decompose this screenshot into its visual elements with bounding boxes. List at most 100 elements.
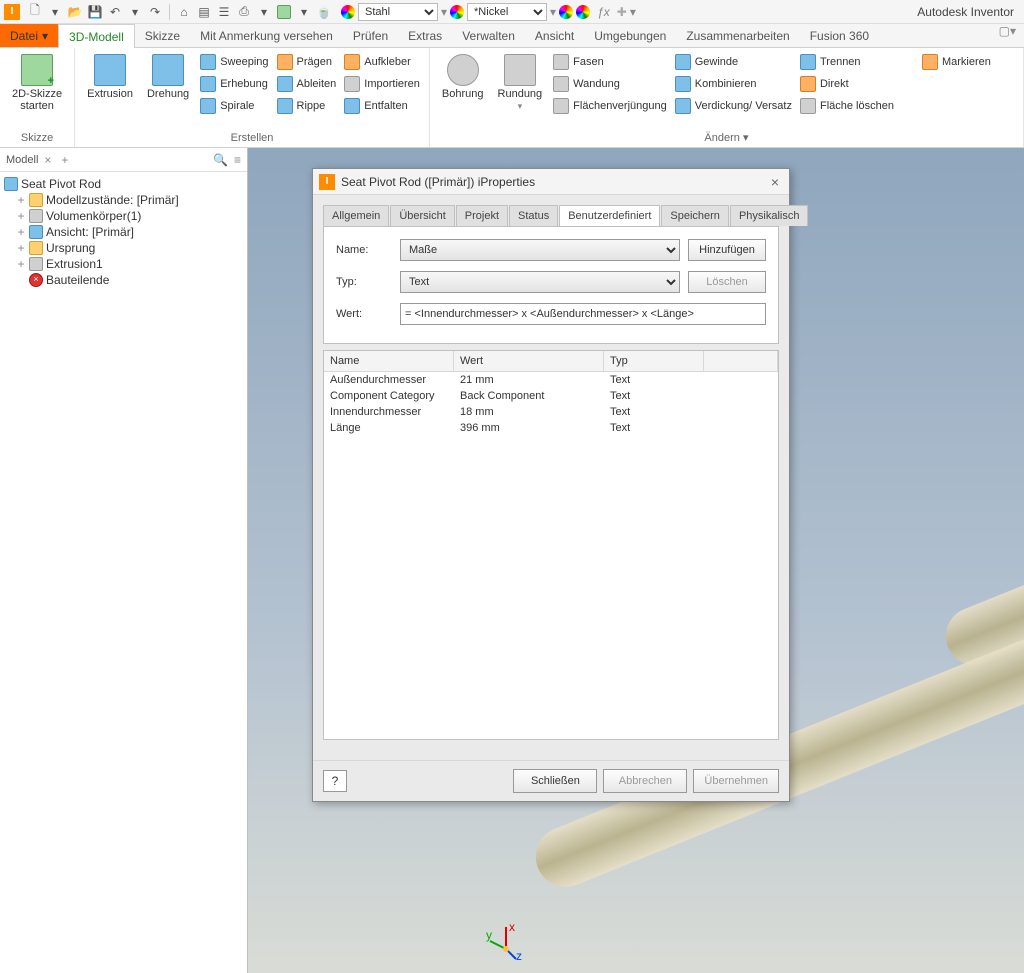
dlg-tab-allgemein[interactable]: Allgemein	[323, 205, 389, 226]
plus-icon[interactable]: +	[61, 153, 68, 167]
tree-item[interactable]: +Volumenkörper(1)	[2, 208, 245, 224]
app-logo-icon: I	[319, 174, 335, 190]
btn-markieren[interactable]: Markieren	[919, 52, 994, 72]
btn-importieren[interactable]: Importieren	[341, 74, 423, 94]
assembly-icon[interactable]: ☰	[215, 3, 233, 21]
save-icon[interactable]: 💾	[86, 3, 104, 21]
color-ball-icon[interactable]	[559, 5, 573, 19]
help-icon[interactable]: ?	[323, 770, 347, 792]
btn-praegen[interactable]: Prägen	[274, 52, 340, 72]
tree-item[interactable]: +Extrusion1	[2, 256, 245, 272]
close-icon[interactable]: ×	[767, 174, 783, 190]
tree-item[interactable]: +Ansicht: [Primär]	[2, 224, 245, 240]
tab-ansicht[interactable]: Ansicht	[525, 24, 584, 47]
redo-icon[interactable]: ↷	[146, 3, 164, 21]
dropdown-icon[interactable]: ▾	[550, 5, 556, 19]
search-icon[interactable]: 🔍	[213, 153, 228, 167]
part-icon[interactable]	[275, 3, 293, 21]
dlg-tab-speichern[interactable]: Speichern	[661, 205, 729, 226]
tab-extras[interactable]: Extras	[398, 24, 452, 47]
tree-item[interactable]: ×Bauteilende	[2, 272, 245, 288]
dropdown-icon[interactable]: ▾	[255, 3, 273, 21]
home-icon[interactable]: ⌂	[175, 3, 193, 21]
tab-pruefen[interactable]: Prüfen	[343, 24, 398, 47]
btn-spirale[interactable]: Spirale	[197, 96, 271, 116]
input-typ[interactable]: Text	[400, 271, 680, 293]
btn-kombinieren[interactable]: Kombinieren	[672, 74, 795, 94]
tab-3d-modell[interactable]: 3D-Modell	[58, 24, 135, 48]
tree-item[interactable]: +Ursprung	[2, 240, 245, 256]
table-row[interactable]: Außendurchmesser21 mmText	[324, 372, 778, 388]
btn-trennen[interactable]: Trennen	[797, 52, 897, 72]
table-row[interactable]: Innendurchmesser18 mmText	[324, 404, 778, 420]
btn-rippe[interactable]: Rippe	[274, 96, 340, 116]
model-browser: Modell × + 🔍 ≡ Seat Pivot Rod +Modellzus…	[0, 148, 248, 973]
th-typ[interactable]: Typ	[604, 351, 704, 371]
btn-schliessen[interactable]: Schließen	[513, 769, 597, 793]
input-wert[interactable]	[400, 303, 766, 325]
tab-verwalten[interactable]: Verwalten	[452, 24, 525, 47]
plus-icon[interactable]: ✚	[617, 5, 627, 19]
undo-icon[interactable]: ↶	[106, 3, 124, 21]
material-ball-icon[interactable]	[341, 5, 355, 19]
btn-direkt[interactable]: Direkt	[797, 74, 897, 94]
tab-zusammenarbeiten[interactable]: Zusammenarbeiten	[676, 24, 799, 47]
open-icon[interactable]: 📂	[66, 3, 84, 21]
btn-gewinde[interactable]: Gewinde	[672, 52, 795, 72]
th-name[interactable]: Name	[324, 351, 454, 371]
dropdown-icon[interactable]: ▾	[441, 5, 447, 19]
btn-2d-skizze[interactable]: + 2D-Skizze starten	[6, 50, 68, 116]
appearance-ball-icon[interactable]	[450, 5, 464, 19]
dlg-tab-benutzerdefiniert[interactable]: Benutzerdefiniert	[559, 205, 660, 226]
tab-umgebungen[interactable]: Umgebungen	[584, 24, 676, 47]
dlg-tab-uebersicht[interactable]: Übersicht	[390, 205, 454, 226]
btn-flaechenverjuengung[interactable]: Flächenverjüngung	[550, 96, 670, 116]
btn-flaeche-loeschen[interactable]: Fläche löschen	[797, 96, 897, 116]
presentation-icon[interactable]: ⎙	[235, 3, 253, 21]
dropdown-icon[interactable]: ▾	[126, 3, 144, 21]
sheet-icon[interactable]: ▤	[195, 3, 213, 21]
btn-rundung[interactable]: Rundung▾	[492, 50, 549, 116]
btn-extrusion[interactable]: Extrusion	[81, 50, 139, 104]
svg-text:y: y	[486, 928, 492, 942]
tab-anmerkung[interactable]: Mit Anmerkung versehen	[190, 24, 343, 47]
dialog-titlebar[interactable]: I Seat Pivot Rod ([Primär]) iProperties …	[313, 169, 789, 195]
dropdown-icon[interactable]: ▾	[630, 5, 636, 19]
btn-sweeping[interactable]: Sweeping	[197, 52, 271, 72]
dlg-tab-projekt[interactable]: Projekt	[456, 205, 508, 226]
tab-skizze[interactable]: Skizze	[135, 24, 190, 47]
ribbon-collapse-icon[interactable]: ▢▾	[999, 24, 1016, 47]
btn-entfalten[interactable]: Entfalten	[341, 96, 423, 116]
input-name[interactable]: Maße	[400, 239, 680, 261]
dropdown-icon[interactable]: ▾	[295, 3, 313, 21]
teapot-icon[interactable]: 🍵	[315, 3, 333, 21]
menu-icon[interactable]: ≡	[234, 153, 241, 167]
btn-fasen[interactable]: Fasen	[550, 52, 670, 72]
svg-text:x: x	[509, 921, 515, 934]
th-wert[interactable]: Wert	[454, 351, 604, 371]
color-ball-icon[interactable]	[576, 5, 590, 19]
file-tab[interactable]: Datei▾	[0, 24, 58, 47]
btn-drehung[interactable]: Drehung	[141, 50, 195, 104]
lbl-name: Name:	[336, 244, 392, 256]
appearance-select[interactable]: *Nickel	[467, 3, 547, 21]
table-row[interactable]: Länge396 mmText	[324, 420, 778, 436]
close-icon[interactable]: ×	[44, 153, 51, 167]
tree-root[interactable]: Seat Pivot Rod	[2, 176, 245, 192]
btn-hinzufuegen[interactable]: Hinzufügen	[688, 239, 766, 261]
material-select[interactable]: Stahl	[358, 3, 438, 21]
dlg-tab-status[interactable]: Status	[509, 205, 558, 226]
btn-verdickung[interactable]: Verdickung/ Versatz	[672, 96, 795, 116]
dlg-tab-physikalisch[interactable]: Physikalisch	[730, 205, 809, 226]
dropdown-icon[interactable]: ▾	[46, 3, 64, 21]
btn-aufkleber[interactable]: Aufkleber	[341, 52, 423, 72]
btn-wandung[interactable]: Wandung	[550, 74, 670, 94]
tab-fusion360[interactable]: Fusion 360	[800, 24, 879, 47]
new-icon[interactable]: 🗋	[26, 3, 44, 21]
fx-icon[interactable]: ƒx	[597, 5, 610, 19]
table-row[interactable]: Component CategoryBack ComponentText	[324, 388, 778, 404]
btn-bohrung[interactable]: Bohrung	[436, 50, 490, 104]
btn-ableiten[interactable]: Ableiten	[274, 74, 340, 94]
tree-item[interactable]: +Modellzustände: [Primär]	[2, 192, 245, 208]
btn-erhebung[interactable]: Erhebung	[197, 74, 271, 94]
